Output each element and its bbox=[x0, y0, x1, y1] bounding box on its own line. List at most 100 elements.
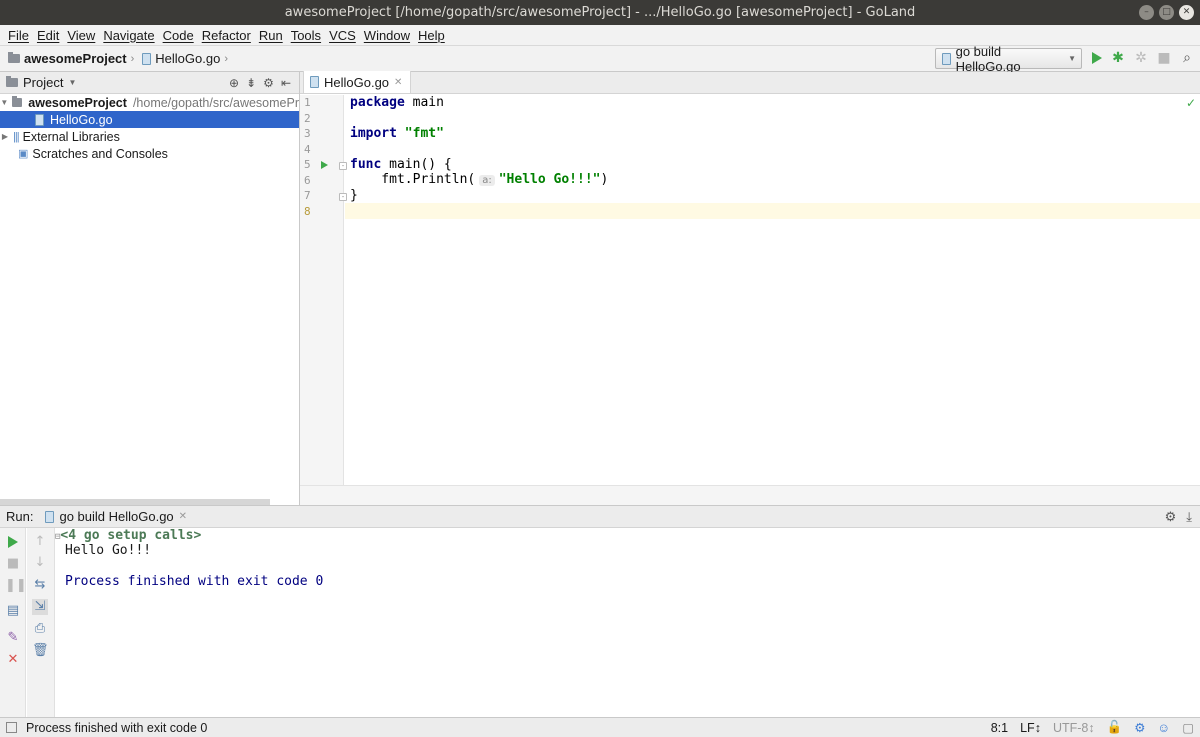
code-line[interactable]: package main bbox=[350, 95, 444, 110]
line-number: 7 bbox=[304, 189, 311, 202]
print-icon[interactable]: ⎙ bbox=[32, 621, 48, 637]
tree-item-label: Scratches and Consoles bbox=[32, 146, 168, 161]
hide-icon[interactable]: ⤓ bbox=[1186, 509, 1192, 525]
line-number: 1 bbox=[304, 96, 311, 109]
code-line[interactable]: import "fmt" bbox=[350, 126, 444, 141]
go-file-icon bbox=[310, 76, 319, 88]
close-icon[interactable]: ✕ bbox=[5, 652, 21, 668]
code-line[interactable]: func main() { bbox=[350, 157, 452, 172]
tree-item-hellogo[interactable]: HelloGo.go bbox=[0, 111, 299, 128]
line-number: 8 bbox=[304, 205, 311, 218]
go-file-icon bbox=[142, 52, 152, 65]
code-line[interactable]: } bbox=[350, 188, 358, 203]
debug-icon[interactable]: ✱ bbox=[1111, 50, 1125, 66]
line-separator[interactable]: LF↕ bbox=[1020, 721, 1041, 735]
stop-icon[interactable]: ■ bbox=[5, 556, 21, 572]
console-output: Hello Go!!! bbox=[65, 543, 152, 558]
file-encoding[interactable]: UTF-8↕ bbox=[1053, 721, 1095, 735]
menu-window[interactable]: Window bbox=[360, 28, 414, 43]
expand-arrow-icon[interactable]: ▶ bbox=[0, 132, 10, 141]
close-window-button[interactable]: ✕ bbox=[1179, 5, 1194, 20]
project-panel-title[interactable]: Project bbox=[23, 75, 63, 90]
parameter-hint: a: bbox=[479, 175, 495, 186]
maximize-button[interactable]: □ bbox=[1159, 5, 1174, 20]
console-setup-calls[interactable]: ⊟<4 go setup calls> bbox=[55, 528, 201, 543]
chevron-down-icon: ▼ bbox=[1068, 54, 1076, 63]
search-icon[interactable]: ⌕ bbox=[1180, 50, 1194, 66]
run-side-toolbar: ■ ❚❚ ▤ ✎ ✕ bbox=[0, 528, 27, 718]
tool-windows-icon[interactable] bbox=[6, 722, 17, 733]
run-gutter-icon[interactable] bbox=[321, 161, 328, 169]
pin-icon[interactable]: ✎ bbox=[5, 630, 21, 646]
run-toolbar: ✱ ✲ ■ ⌕ bbox=[1092, 50, 1194, 66]
menu-vcs[interactable]: VCS bbox=[325, 28, 360, 43]
menu-tools[interactable]: Tools bbox=[287, 28, 325, 43]
tab-run-config[interactable]: go build HelloGo.go ✕ bbox=[39, 506, 196, 527]
dump-threads-icon[interactable]: ▤ bbox=[5, 603, 21, 619]
window-title: awesomeProject [/home/gopath/src/awesome… bbox=[284, 5, 916, 20]
scroll-to-end-icon[interactable]: ⇲ bbox=[32, 599, 48, 615]
down-arrow-icon[interactable]: ↓ bbox=[32, 555, 48, 571]
event-log-icon[interactable]: ▢ bbox=[1182, 720, 1194, 735]
project-icon bbox=[6, 76, 18, 87]
gear-icon[interactable]: ⚙ bbox=[1165, 509, 1177, 525]
run-panel-header: Run: go build HelloGo.go ✕ ⚙ ⤓ bbox=[0, 506, 1200, 528]
menu-navigate[interactable]: Navigate bbox=[99, 28, 158, 43]
run-icon[interactable] bbox=[1092, 52, 1102, 64]
breadcrumb-file[interactable]: HelloGo.go › bbox=[142, 51, 228, 66]
run-configuration-label: go build HelloGo.go bbox=[955, 43, 1021, 74]
expand-arrow-icon[interactable]: ▼ bbox=[0, 98, 9, 107]
editor-tab-bar: HelloGo.go ✕ bbox=[300, 71, 1200, 94]
inspection-ok-icon[interactable]: ✓ bbox=[1186, 96, 1196, 110]
gear-icon[interactable]: ⚙ bbox=[1134, 720, 1145, 735]
minimize-button[interactable]: – bbox=[1139, 5, 1154, 20]
menu-edit[interactable]: Edit bbox=[33, 28, 63, 43]
tree-item-label: awesomeProject bbox=[28, 95, 127, 110]
lock-icon[interactable]: 🔓 bbox=[1107, 720, 1123, 735]
menu-run[interactable]: Run bbox=[255, 28, 287, 43]
menu-code[interactable]: Code bbox=[159, 28, 198, 43]
close-tab-icon[interactable]: ✕ bbox=[179, 511, 187, 522]
chevron-down-icon[interactable]: ▼ bbox=[68, 78, 76, 87]
tab-hellogo[interactable]: HelloGo.go ✕ bbox=[303, 71, 412, 93]
tree-item-scratches[interactable]: ▣ Scratches and Consoles bbox=[0, 145, 299, 162]
stop-icon[interactable]: ■ bbox=[1157, 50, 1171, 66]
editor-gutter: 1 2 3 4 5 6 7 8 - - bbox=[300, 95, 347, 485]
close-tab-icon[interactable]: ✕ bbox=[394, 77, 402, 88]
fold-icon[interactable]: - bbox=[339, 193, 347, 201]
console-exit-message: Process finished with exit code 0 bbox=[65, 574, 324, 589]
coverage-icon[interactable]: ✲ bbox=[1134, 50, 1148, 66]
menu-file[interactable]: File bbox=[4, 28, 33, 43]
gear-icon[interactable]: ⚙ bbox=[263, 76, 274, 90]
editor-horizontal-scrollbar[interactable] bbox=[300, 485, 1200, 505]
menu-view[interactable]: View bbox=[63, 28, 99, 43]
rerun-icon[interactable] bbox=[5, 534, 21, 550]
soft-wrap-icon[interactable]: ⇆ bbox=[32, 577, 48, 593]
locate-icon[interactable]: ⊕ bbox=[229, 76, 239, 90]
caret-position[interactable]: 8:1 bbox=[991, 721, 1008, 735]
breadcrumb-project[interactable]: awesomeProject › bbox=[8, 51, 134, 66]
tree-item-label: HelloGo.go bbox=[50, 112, 113, 127]
chevron-right-icon: › bbox=[224, 52, 228, 65]
tree-item-project[interactable]: ▼ awesomeProject /home/gopath/src/awesom… bbox=[0, 94, 299, 111]
pause-icon[interactable]: ❚❚ bbox=[5, 578, 27, 594]
collapse-icon[interactable]: ⇟ bbox=[246, 76, 256, 90]
run-configuration-select[interactable]: go build HelloGo.go ▼ bbox=[935, 44, 1082, 74]
menu-refactor[interactable]: Refactor bbox=[198, 28, 255, 43]
status-bar: Process finished with exit code 0 8:1 LF… bbox=[0, 717, 1200, 737]
menu-help[interactable]: Help bbox=[414, 28, 449, 43]
inspector-icon[interactable]: ☺ bbox=[1157, 721, 1170, 735]
status-widgets: 8:1 LF↕ UTF-8↕ 🔓 ⚙ ☺ ▢ bbox=[991, 720, 1194, 735]
status-message[interactable]: Process finished with exit code 0 bbox=[26, 721, 207, 735]
code-line[interactable]: fmt.Println(a: "Hello Go!!!") bbox=[350, 172, 608, 187]
trash-icon[interactable]: 🗑 bbox=[32, 643, 49, 659]
fold-icon[interactable]: - bbox=[339, 162, 347, 170]
folder-icon bbox=[11, 96, 23, 107]
hide-icon[interactable]: ⇤ bbox=[281, 76, 291, 90]
line-number: 4 bbox=[304, 143, 311, 156]
up-arrow-icon[interactable]: ↑ bbox=[32, 534, 48, 550]
tree-item-external-libraries[interactable]: ▶ ||| External Libraries bbox=[0, 128, 299, 145]
window-title-bar: awesomeProject [/home/gopath/src/awesome… bbox=[0, 0, 1200, 25]
current-line-highlight bbox=[345, 203, 1200, 219]
menu-bar: File Edit View Navigate Code Refactor Ru… bbox=[0, 25, 1200, 45]
